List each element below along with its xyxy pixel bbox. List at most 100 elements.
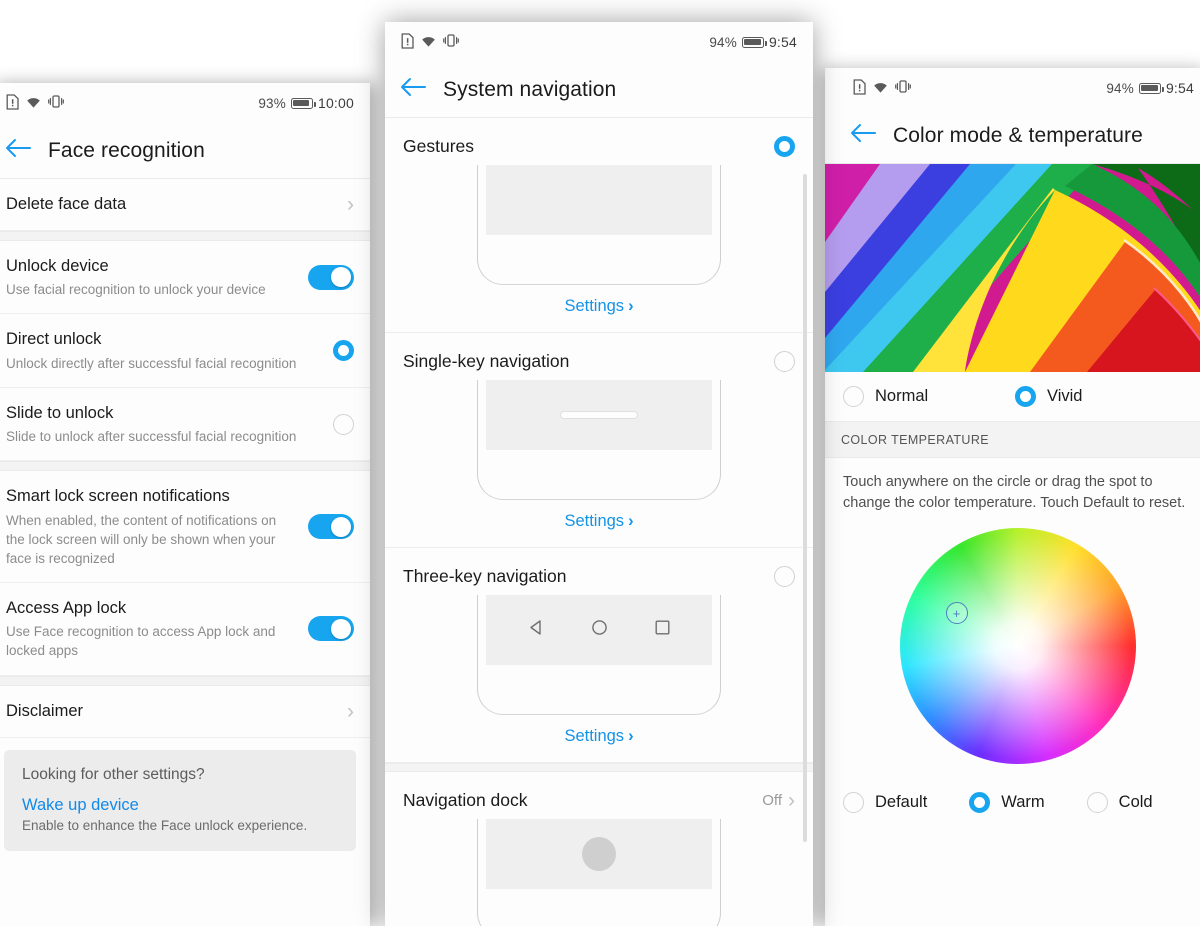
clock: 10:00	[317, 95, 354, 111]
back-arrow-icon[interactable]	[849, 122, 877, 149]
row-title: Disclaimer	[6, 701, 84, 720]
settings-list-left: Delete face data › Unlock device Use fac…	[0, 179, 370, 851]
row-slide-to-unlock[interactable]: Slide to unlock Slide to unlock after su…	[0, 387, 370, 462]
sim-alert-icon	[6, 93, 19, 113]
row-direct-unlock[interactable]: Direct unlock Unlock directly after succ…	[0, 314, 370, 388]
chevron-right-icon: ›	[347, 193, 354, 216]
three-key-settings-link[interactable]: Settings ›	[403, 717, 795, 762]
battery-percent: 94%	[709, 34, 737, 50]
back-triangle-icon	[528, 619, 545, 641]
battery-icon	[741, 36, 767, 48]
recents-square-icon	[654, 619, 671, 641]
radio-direct-unlock[interactable]	[333, 340, 354, 362]
vertical-scrollbar[interactable]	[803, 174, 807, 842]
section-gestures[interactable]: Gestures Settings ›	[385, 118, 813, 333]
row-title: Unlock device	[6, 257, 109, 275]
status-right-left-panel: 93% 10:00	[258, 95, 354, 111]
color-temperature-section-label: COLOR TEMPERATURE	[825, 421, 1200, 458]
gestures-settings-link[interactable]: Settings ›	[403, 287, 795, 332]
status-right-middle-panel: 94% 9:54	[709, 34, 797, 50]
section-navigation-dock-header: Navigation dock Off ›	[403, 772, 795, 815]
status-right-right-panel: 94% 9:54	[1106, 80, 1194, 96]
row-unlock-device[interactable]: Unlock device Use facial recognition to …	[0, 241, 370, 315]
section-single-key-navigation[interactable]: Single-key navigation Settings ›	[385, 333, 813, 548]
row-smart-lock-screen-notifications[interactable]: Smart lock screen notifications When ena…	[0, 471, 370, 583]
status-icons-middle	[401, 32, 459, 52]
clock: 9:54	[1165, 80, 1194, 96]
battery-icon	[1138, 82, 1164, 94]
back-arrow-icon[interactable]	[399, 76, 427, 103]
three-key-preview	[403, 591, 795, 717]
section-label: Three-key navigation	[403, 566, 567, 586]
radio-normal[interactable]	[843, 386, 864, 407]
app-bar-middle: System navigation	[385, 62, 813, 118]
row-title: Access App lock	[6, 599, 127, 617]
page-title: Face recognition	[48, 138, 205, 162]
navigation-scroll-area: Gestures Settings › Single-key navigation	[385, 118, 813, 926]
row-title: Slide to unlock	[6, 403, 114, 422]
section-divider	[385, 763, 813, 772]
row-subtitle: When enabled, the content of notificatio…	[6, 512, 277, 566]
info-card-subtitle: Enable to enhance the Face unlock experi…	[22, 817, 308, 833]
row-disclaimer[interactable]: Disclaimer ›	[0, 685, 370, 738]
phone-frame	[477, 595, 721, 715]
sim-alert-icon	[853, 78, 866, 98]
radio-vivid[interactable]	[1015, 386, 1036, 407]
radio-cold[interactable]	[1086, 792, 1108, 814]
row-delete-face-data[interactable]: Delete face data ›	[0, 179, 370, 231]
toggle-unlock-device[interactable]	[308, 264, 354, 290]
color-temperature-help-text: Touch anywhere on the circle or drag the…	[825, 458, 1200, 521]
option-cold[interactable]: Cold	[1086, 792, 1153, 814]
option-warm[interactable]: Warm	[969, 792, 1045, 814]
section-single-key-header: Single-key navigation	[403, 333, 795, 376]
single-key-settings-link[interactable]: Settings ›	[403, 502, 795, 547]
panel-system-navigation: 94% 9:54 System navigation Gestures Sett…	[385, 22, 813, 926]
radio-default[interactable]	[843, 792, 864, 814]
radio-slide-to-unlock[interactable]	[333, 413, 354, 435]
section-navigation-dock[interactable]: Navigation dock Off ›	[385, 772, 813, 926]
chevron-right-icon: ›	[628, 727, 634, 745]
section-label: Navigation dock	[403, 790, 528, 810]
color-wheel-spot-handle[interactable]: +	[945, 602, 968, 625]
option-default[interactable]: Default	[843, 792, 928, 814]
row-title: Direct unlock	[6, 330, 102, 349]
color-mode-options: Normal Vivid	[825, 372, 1200, 421]
phone-screen-area	[486, 595, 712, 665]
app-bar-right: Color mode & temperature	[825, 108, 1200, 164]
section-three-key-navigation[interactable]: Three-key navigation Settings ›	[385, 548, 813, 763]
option-normal[interactable]: Normal	[843, 386, 1015, 407]
color-wheel[interactable]: +	[899, 528, 1136, 765]
radio-warm[interactable]	[969, 792, 991, 814]
option-vivid[interactable]: Vivid	[1015, 386, 1082, 407]
panel-face-recognition: 93% 10:00 Face recognition Delete face d…	[0, 83, 370, 926]
toggle-smart-lock-notifications[interactable]	[308, 514, 354, 540]
section-label: Single-key navigation	[403, 351, 570, 371]
radio-gestures[interactable]	[774, 136, 795, 157]
dock-value: Off	[762, 792, 782, 809]
home-pill-icon	[560, 411, 638, 419]
dock-circle-icon	[582, 837, 616, 871]
toggle-access-app-lock[interactable]	[308, 616, 354, 642]
option-label: Default	[875, 793, 928, 812]
page-title: Color mode & temperature	[893, 123, 1143, 147]
row-access-app-lock[interactable]: Access App lock Use Face recognition to …	[0, 583, 370, 676]
wake-up-device-link[interactable]: Wake up device	[22, 796, 338, 815]
back-arrow-icon[interactable]	[4, 137, 32, 164]
screenshot-stage: 93% 10:00 Face recognition Delete face d…	[0, 0, 1200, 926]
section-label: Gestures	[403, 136, 474, 156]
vibrate-icon	[895, 79, 911, 97]
phone-screen-area	[486, 380, 712, 450]
section-three-key-header: Three-key navigation	[403, 548, 795, 591]
settings-label: Settings	[564, 512, 625, 530]
section-divider	[0, 675, 370, 686]
info-card-other-settings: Looking for other settings? Wake up devi…	[4, 749, 356, 851]
status-bar-middle: 94% 9:54	[385, 22, 813, 62]
wifi-icon	[25, 95, 42, 112]
rainbow-stripes-graphic	[825, 164, 1200, 372]
status-icons-right	[853, 78, 911, 98]
radio-single-key-navigation[interactable]	[774, 351, 795, 372]
radio-three-key-navigation[interactable]	[774, 566, 795, 587]
single-key-preview	[403, 376, 795, 502]
row-title: Smart lock screen notifications	[6, 487, 230, 506]
vibrate-icon	[48, 94, 64, 112]
